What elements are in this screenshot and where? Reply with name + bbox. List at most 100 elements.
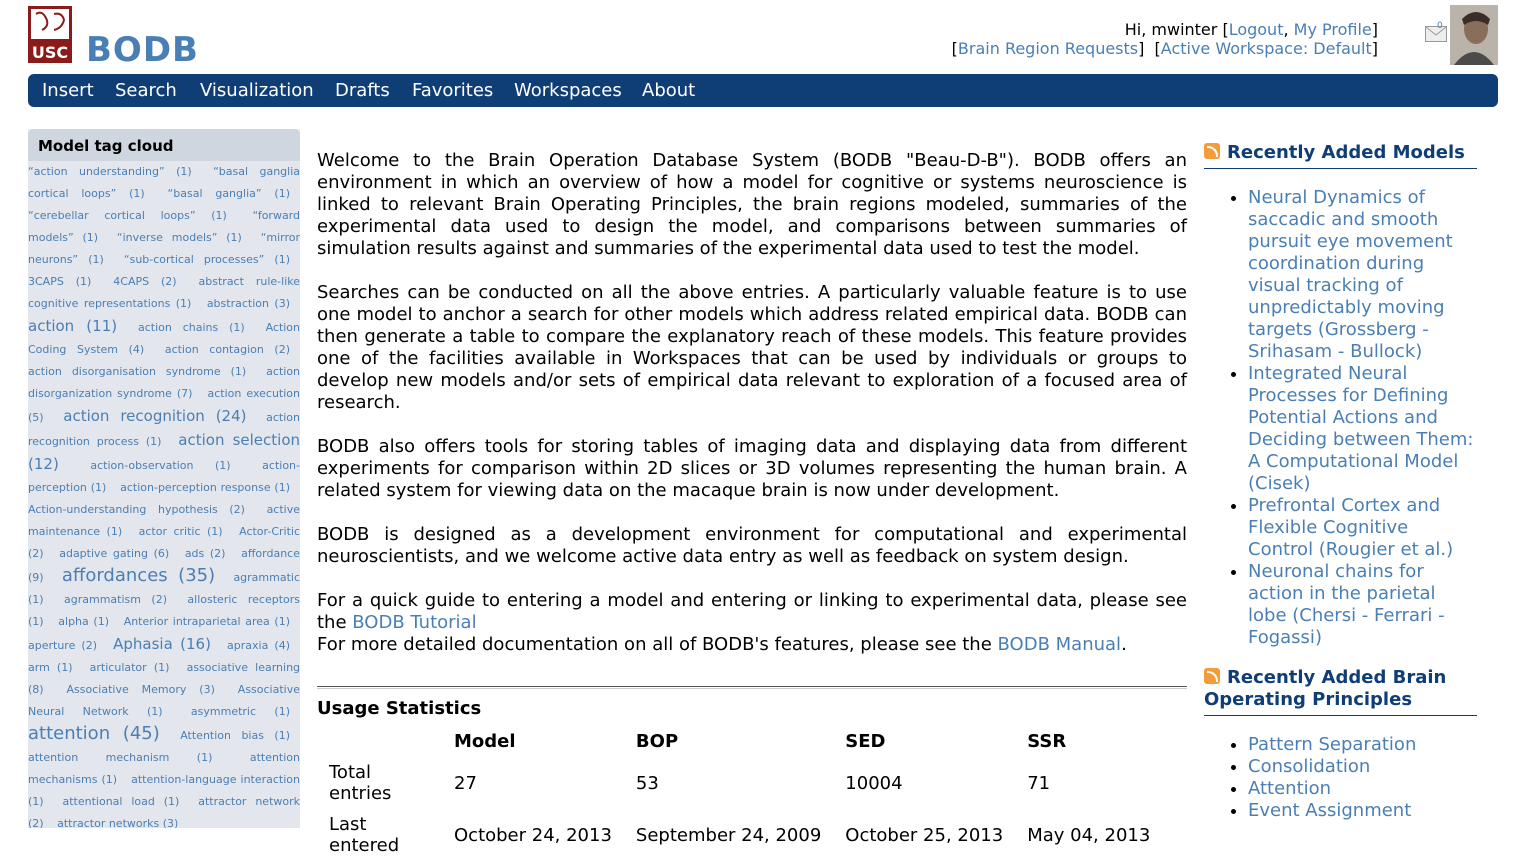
tag-link[interactable]: apraxia (4) bbox=[227, 639, 290, 652]
nav-visualization[interactable]: Visualization bbox=[200, 80, 314, 101]
active-workspace-link[interactable]: Active Workspace: Default bbox=[1161, 39, 1372, 58]
rss-icon[interactable] bbox=[1204, 143, 1220, 159]
brand-title[interactable]: BODB bbox=[86, 30, 199, 70]
tag-link[interactable]: 4CAPS (2) bbox=[113, 275, 176, 288]
table-header-row: Model BOP SED SSR bbox=[317, 726, 1162, 757]
tag-link[interactable]: asymmetric (1) bbox=[191, 705, 290, 718]
bop-link[interactable]: Consolidation bbox=[1248, 756, 1370, 777]
model-link[interactable]: Integrated Neural Processes for Defining… bbox=[1248, 363, 1473, 494]
list-item: Neuronal chains for action in the pariet… bbox=[1248, 561, 1477, 649]
tag-link[interactable]: Aphasia (16) bbox=[113, 635, 211, 653]
tag-link[interactable]: action (11) bbox=[28, 317, 117, 335]
mail-icon[interactable] bbox=[1425, 26, 1447, 42]
tag-link[interactable]: ads (2) bbox=[185, 547, 226, 560]
tag-link[interactable]: action recognition (24) bbox=[63, 407, 246, 425]
my-profile-link[interactable]: My Profile bbox=[1294, 20, 1372, 39]
tag-link[interactable]: Attention bias (1) bbox=[180, 729, 290, 742]
list-item: Integrated Neural Processes for Defining… bbox=[1248, 363, 1477, 495]
nav-drafts[interactable]: Drafts bbox=[335, 80, 390, 101]
tag-link[interactable]: alpha (1) bbox=[58, 615, 109, 628]
tag-link[interactable]: Anterior intraparietal area (1) bbox=[124, 615, 290, 628]
manual-suffix: . bbox=[1121, 634, 1127, 655]
tag-link[interactable]: 3CAPS (1) bbox=[28, 275, 91, 288]
user-box: Hi, mwinter [Logout, My Profile] [Brain … bbox=[951, 20, 1378, 58]
tag-link[interactable]: “cerebellar cortical loops” (1) bbox=[28, 209, 227, 222]
tag-link[interactable]: action disorganisation syndrome (1) bbox=[28, 365, 246, 378]
tag-link[interactable]: affordances (35) bbox=[62, 565, 215, 586]
right-column: Recently Added Models Neural Dynamics of… bbox=[1204, 142, 1477, 840]
model-link[interactable]: Neural Dynamics of saccadic and smooth p… bbox=[1248, 187, 1453, 362]
design-paragraph: BODB is designed as a development enviro… bbox=[317, 524, 1187, 567]
search-paragraph: Searches can be conducted on all the abo… bbox=[317, 282, 1187, 413]
greeting: Hi, mwinter bbox=[1124, 20, 1218, 39]
model-tag-cloud: Model tag cloud “action understanding” (… bbox=[28, 129, 300, 828]
tag-link[interactable]: “basal ganglia” (1) bbox=[168, 187, 290, 200]
nav-search[interactable]: Search bbox=[115, 80, 177, 101]
table-header: BOP bbox=[635, 731, 679, 752]
table-row: Total entries 27 53 10004 71 bbox=[317, 757, 1162, 809]
table-cell: October 25, 2013 bbox=[845, 824, 1004, 846]
recent-bops-heading: Recently Added Brain Operating Principle… bbox=[1204, 667, 1477, 716]
tag-cloud-title: Model tag cloud bbox=[28, 129, 300, 161]
table-cell: Total entries bbox=[329, 762, 392, 804]
recent-bops-title: Recently Added Brain Operating Principle… bbox=[1204, 667, 1447, 710]
tag-link[interactable]: attention mechanism (1) bbox=[28, 751, 212, 764]
tag-link[interactable]: action chains (1) bbox=[138, 321, 245, 334]
table-header bbox=[317, 726, 442, 757]
usc-logo[interactable]: USC bbox=[28, 6, 72, 63]
table-header: SED bbox=[845, 731, 886, 752]
table-row: Last entered October 24, 2013 September … bbox=[317, 809, 1162, 861]
rss-icon[interactable] bbox=[1204, 668, 1220, 684]
table-cell: 10004 bbox=[845, 772, 903, 794]
tag-link[interactable]: abstraction (3) bbox=[207, 297, 290, 310]
imaging-paragraph: BODB also offers tools for storing table… bbox=[317, 436, 1187, 501]
table-header: SSR bbox=[1027, 731, 1067, 752]
bop-link[interactable]: Pattern Separation bbox=[1248, 734, 1416, 755]
tag-link[interactable]: “sub-cortical processes” (1) bbox=[124, 253, 290, 266]
tag-link[interactable]: attentional load (1) bbox=[62, 795, 179, 808]
tag-link[interactable]: Action-understanding hypothesis (2) bbox=[28, 503, 245, 516]
nav-insert[interactable]: Insert bbox=[42, 80, 94, 101]
table-header: Model bbox=[454, 731, 516, 752]
usage-title: Usage Statistics bbox=[317, 698, 482, 719]
nav-favorites[interactable]: Favorites bbox=[412, 80, 493, 101]
table-cell: September 24, 2009 bbox=[635, 824, 822, 846]
nav-about[interactable]: About bbox=[642, 80, 695, 101]
recent-models-heading: Recently Added Models bbox=[1204, 142, 1477, 169]
tag-link[interactable]: action-observation (1) bbox=[90, 459, 230, 472]
welcome-text: Welcome to the Brain Operation Database … bbox=[317, 150, 1187, 656]
recent-models-title: Recently Added Models bbox=[1227, 142, 1465, 163]
bodb-tutorial-link[interactable]: BODB Tutorial bbox=[352, 612, 476, 633]
mail-count: 0 bbox=[1437, 21, 1443, 31]
tag-link[interactable]: attractor networks (3) bbox=[57, 817, 178, 828]
recent-bops-list: Pattern Separation Consolidation Attenti… bbox=[1204, 734, 1477, 822]
list-item: Event Assignment bbox=[1248, 800, 1477, 822]
tag-link[interactable]: aperture (2) bbox=[28, 639, 97, 652]
bodb-manual-link[interactable]: BODB Manual bbox=[998, 634, 1122, 655]
tag-link[interactable]: Associative Memory (3) bbox=[67, 683, 215, 696]
user-avatar[interactable] bbox=[1450, 5, 1498, 65]
tag-link[interactable]: action-perception response (1) bbox=[120, 481, 290, 494]
tag-link[interactable]: “inverse models” (1) bbox=[117, 231, 242, 244]
nav-workspaces[interactable]: Workspaces bbox=[514, 80, 622, 101]
logout-link[interactable]: Logout bbox=[1229, 20, 1284, 39]
table-cell: May 04, 2013 bbox=[1027, 824, 1151, 846]
model-link[interactable]: Neuronal chains for action in the pariet… bbox=[1248, 561, 1445, 648]
bop-link[interactable]: Attention bbox=[1248, 778, 1331, 799]
bop-link[interactable]: Event Assignment bbox=[1248, 800, 1411, 821]
tag-link[interactable]: adaptive gating (6) bbox=[59, 547, 169, 560]
tag-link[interactable]: actor critic (1) bbox=[139, 525, 223, 538]
tag-link[interactable]: arm (1) bbox=[28, 661, 73, 674]
tag-link[interactable]: agrammatism (2) bbox=[64, 593, 167, 606]
tutorial-paragraph: For a quick guide to entering a model an… bbox=[317, 590, 1187, 634]
table-cell: 53 bbox=[635, 772, 659, 794]
tag-link[interactable]: articulator (1) bbox=[90, 661, 170, 674]
tag-list: “action understanding” (1) “basal gangli… bbox=[28, 161, 300, 828]
tag-link[interactable]: action contagion (2) bbox=[165, 343, 290, 356]
tag-link[interactable]: attention (45) bbox=[28, 723, 160, 744]
model-link[interactable]: Prefrontal Cortex and Flexible Cognitive… bbox=[1248, 495, 1453, 560]
brain-region-requests-link[interactable]: Brain Region Requests bbox=[958, 39, 1138, 58]
manual-paragraph: For more detailed documentation on all o… bbox=[317, 634, 1187, 656]
tag-link[interactable]: “action understanding” (1) bbox=[28, 165, 192, 178]
list-item: Neural Dynamics of saccadic and smooth p… bbox=[1248, 187, 1477, 363]
